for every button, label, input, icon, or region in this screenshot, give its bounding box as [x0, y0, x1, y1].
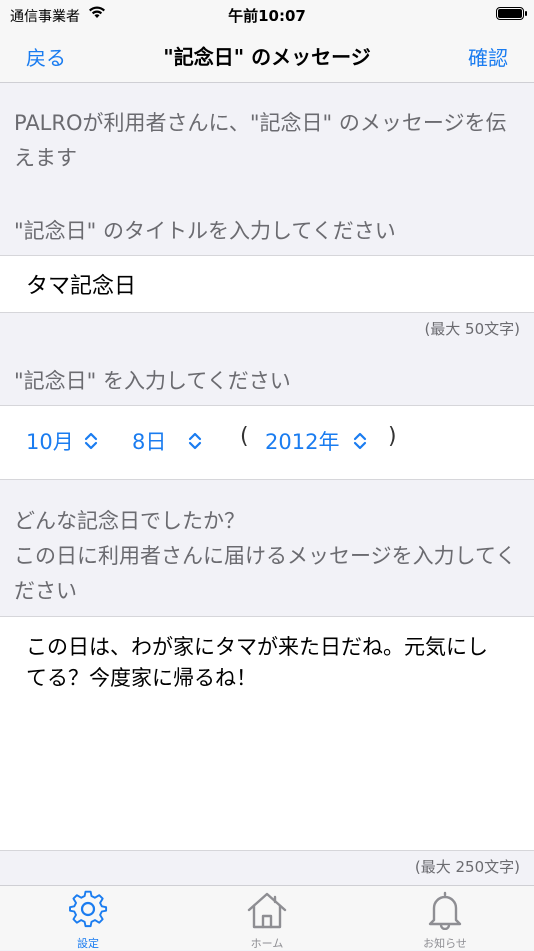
chevron-up-down-icon: [188, 431, 202, 456]
chevron-up-down-icon: [353, 431, 367, 456]
title-input-row[interactable]: タマ記念日: [0, 255, 534, 313]
tab-settings[interactable]: 設定: [38, 890, 138, 951]
gear-icon: [67, 890, 109, 934]
message-limit-caption: (最大 250文字): [414, 858, 520, 876]
message-header-line2: この日に利用者さんに届けるメッセージを入力してください: [14, 544, 517, 603]
day-picker[interactable]: 8日: [132, 426, 202, 456]
status-bar: 通信事業者 午前10:07: [0, 0, 534, 30]
month-value: 10月: [26, 430, 74, 454]
date-section-header: "記念日" を入力してください: [14, 369, 291, 393]
message-header-line1: どんな記念日でしたか？: [14, 509, 245, 533]
battery-icon: [496, 7, 527, 20]
tab-bar: 設定 ホーム お知らせ: [0, 885, 534, 950]
chevron-up-down-icon: [84, 431, 98, 456]
year-value: 2012年: [265, 430, 340, 454]
message-textarea[interactable]: この日は、わが家にタマが来た日だね。元気にしてる？今度家に帰るね！: [0, 616, 534, 851]
home-icon: [246, 892, 288, 934]
year-close-paren: ): [388, 424, 397, 449]
tab-home-label: ホーム: [250, 937, 284, 950]
title-input[interactable]: タマ記念日: [26, 268, 136, 300]
title-section-header: "記念日" のタイトルを入力してください: [14, 219, 396, 243]
tab-home[interactable]: ホーム: [217, 890, 317, 951]
tab-notifications-label: お知らせ: [423, 937, 467, 950]
year-picker[interactable]: 2012年: [265, 426, 367, 456]
clock: 午前10:07: [228, 7, 306, 25]
tab-settings-label: 設定: [77, 937, 99, 950]
month-picker[interactable]: 10月: [26, 426, 98, 456]
title-limit-caption: (最大 50文字): [424, 320, 520, 338]
year-open-paren: (: [240, 424, 249, 449]
day-value: 8日: [132, 430, 167, 454]
confirm-button[interactable]: 確認: [468, 42, 508, 71]
tab-notifications[interactable]: お知らせ: [395, 890, 495, 951]
bell-icon: [424, 891, 466, 934]
message-text[interactable]: この日は、わが家にタマが来た日だね。元気にしてる？今度家に帰るね！: [26, 632, 508, 694]
page-title: "記念日" のメッセージ: [163, 45, 371, 69]
intro-text: PALROが利用者さんに、"記念日" のメッセージを伝えます: [14, 111, 507, 170]
navigation-bar: 戻る "記念日" のメッセージ 確認: [0, 30, 534, 83]
message-section-header: どんな記念日でしたか？ この日に利用者さんに届けるメッセージを入力してください: [14, 504, 520, 609]
date-picker-row: 10月 8日 ( 2012年 ): [0, 405, 534, 480]
